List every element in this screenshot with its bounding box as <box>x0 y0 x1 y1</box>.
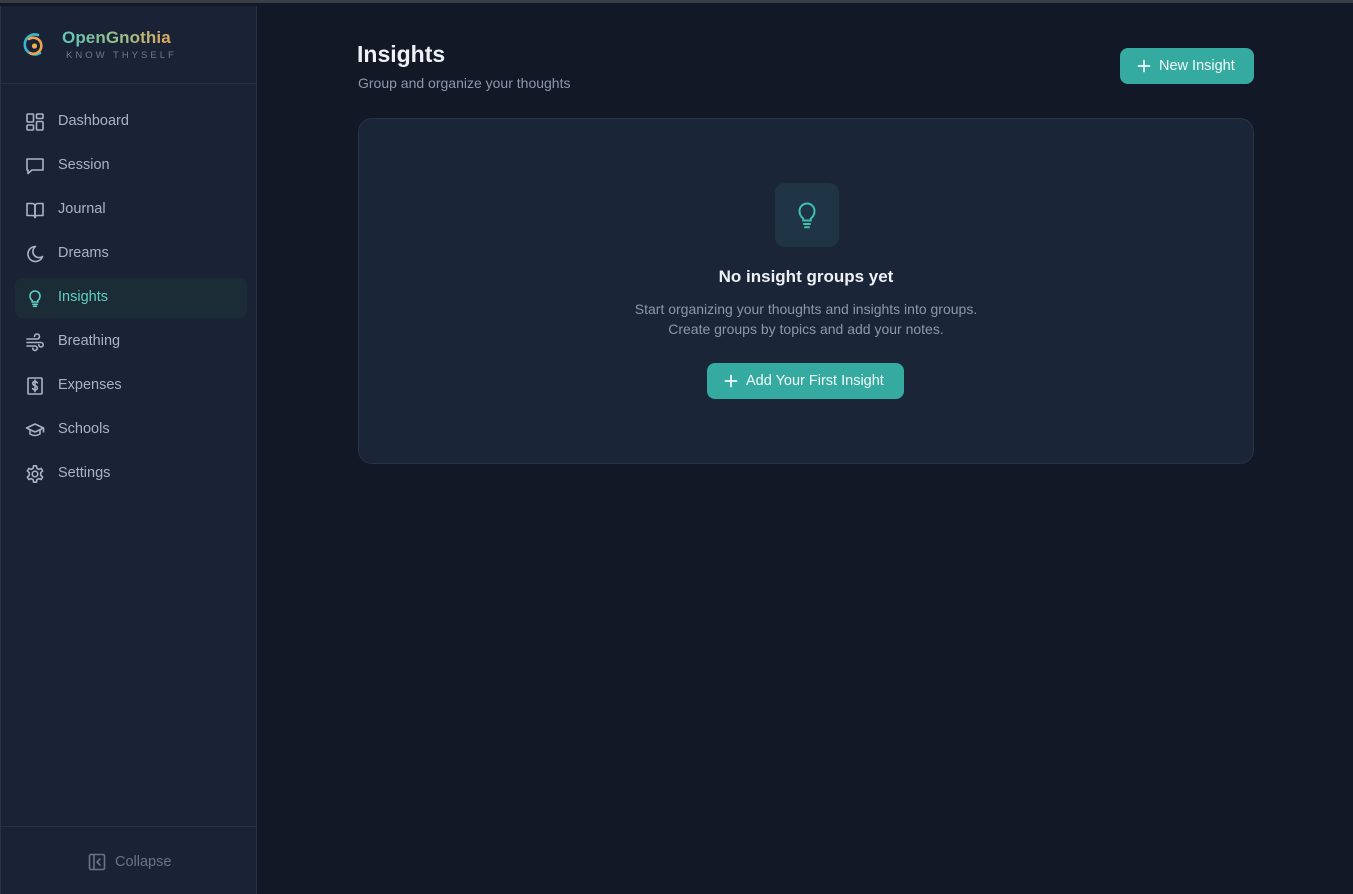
sidebar: OpenGnothia KNOW THYSELF Dashboard Sessi… <box>0 6 257 894</box>
add-first-insight-button[interactable]: Add Your First Insight <box>707 363 904 399</box>
sidebar-item-dashboard[interactable]: Dashboard <box>15 102 247 142</box>
app-name: OpenGnothia <box>62 28 171 47</box>
empty-state-description-line: Start organizing your thoughts and insig… <box>634 301 978 317</box>
sidebar-item-label: Session <box>58 157 110 173</box>
brand-header: OpenGnothia KNOW THYSELF <box>1 6 257 84</box>
sidebar-item-breathing[interactable]: Breathing <box>15 322 247 362</box>
plus-icon <box>1137 59 1151 73</box>
empty-state-card: No insight groups yet Start organizing y… <box>358 118 1254 464</box>
collapse-label: Collapse <box>115 854 172 870</box>
sidebar-item-label: Expenses <box>58 377 122 393</box>
new-insight-label: New Insight <box>1159 58 1235 74</box>
sidebar-item-schools[interactable]: Schools <box>15 410 247 450</box>
sidebar-item-label: Schools <box>58 421 110 437</box>
add-first-insight-label: Add Your First Insight <box>746 373 884 389</box>
sidebar-item-label: Dreams <box>58 245 109 261</box>
sidebar-item-dreams[interactable]: Dreams <box>15 234 247 274</box>
page-subtitle: Group and organize your thoughts <box>358 75 571 91</box>
lightbulb-icon <box>25 288 45 308</box>
sidebar-footer: Collapse <box>1 826 257 894</box>
empty-state-icon-box <box>775 183 839 247</box>
wind-icon <box>25 332 45 352</box>
app-tagline: KNOW THYSELF <box>66 50 177 61</box>
app-window: OpenGnothia KNOW THYSELF Dashboard Sessi… <box>0 0 1353 894</box>
moon-icon <box>25 244 45 264</box>
empty-state-description-line: Create groups by topics and add your not… <box>668 321 944 337</box>
empty-state-title: No insight groups yet <box>718 267 894 286</box>
sidebar-item-expenses[interactable]: Expenses <box>15 366 247 406</box>
dashboard-icon <box>25 112 45 132</box>
sidebar-item-label: Insights <box>58 289 108 305</box>
sidebar-item-label: Settings <box>58 465 111 481</box>
book-icon <box>25 200 45 220</box>
lightbulb-icon <box>798 202 816 229</box>
sidebar-item-settings[interactable]: Settings <box>15 454 247 494</box>
sidebar-item-label: Dashboard <box>58 113 129 129</box>
page-title: Insights <box>357 41 446 67</box>
graduation-cap-icon <box>25 420 45 440</box>
sidebar-item-insights[interactable]: Insights <box>15 278 247 318</box>
sidebar-item-journal[interactable]: Journal <box>15 190 247 230</box>
sidebar-item-session[interactable]: Session <box>15 146 247 186</box>
receipt-dollar-icon <box>25 376 45 396</box>
chat-icon <box>25 156 45 176</box>
sidebar-item-label: Journal <box>58 201 106 217</box>
collapse-icon <box>87 852 107 872</box>
new-insight-button[interactable]: New Insight <box>1120 48 1254 84</box>
app-logo-icon <box>23 33 43 56</box>
gear-icon <box>25 464 45 484</box>
plus-icon <box>724 374 738 388</box>
sidebar-item-label: Breathing <box>58 333 121 349</box>
